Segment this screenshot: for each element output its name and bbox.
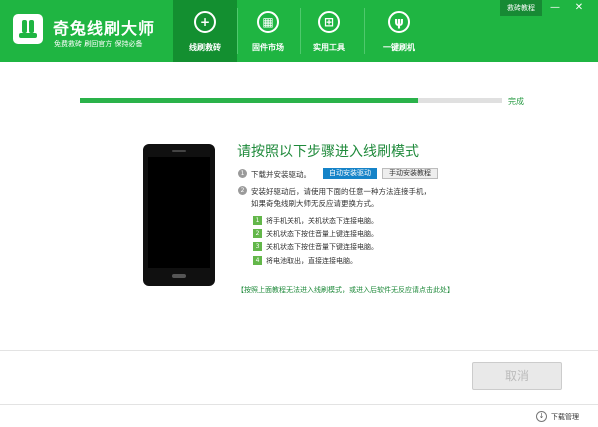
app-tagline: 免费救砖 刷回官方 保持必备: [54, 40, 143, 48]
tab-flash-rescue[interactable]: + 线刷救砖: [173, 0, 237, 62]
method-number: 4: [253, 256, 262, 265]
tab-label: 固件市场: [252, 43, 284, 52]
close-icon[interactable]: ✕: [570, 0, 588, 16]
download-icon: ↓: [536, 411, 547, 422]
phone-illustration: [143, 144, 215, 286]
download-manager-label: 下载管理: [551, 413, 579, 421]
tab-label: 线刷救砖: [189, 43, 221, 52]
market-icon: ▦: [257, 11, 279, 33]
instructions-title: 请按照以下步骤进入线刷模式: [237, 144, 419, 160]
help-link[interactable]: 【按照上面教程无法进入线刷模式，或进入后软件无反应请点击此处】: [237, 285, 454, 295]
auto-install-driver-button[interactable]: 自动安装驱动: [323, 168, 377, 179]
minimize-icon[interactable]: —: [546, 0, 564, 16]
tab-utility-tools[interactable]: ⊞ 实用工具: [297, 0, 361, 62]
app-title: 奇兔线刷大师: [53, 19, 156, 38]
rabbit-icon: ψ: [388, 11, 410, 33]
tab-label: 一键刷机: [383, 43, 415, 52]
tab-label: 实用工具: [313, 43, 345, 52]
tab-one-click-flash[interactable]: ψ 一键刷机: [367, 0, 431, 62]
method-text: 将电池取出，直接连接电脑。: [266, 257, 357, 265]
progress-bar: [80, 98, 502, 103]
cancel-button[interactable]: 取消: [472, 362, 562, 390]
phone-screen: [148, 157, 210, 268]
step-text: 下载并安装驱动。: [251, 170, 311, 179]
rabbit-logo-icon: [13, 14, 43, 44]
method-text: 关机状态下按住音量下键连接电脑。: [266, 243, 378, 251]
phone-speaker: [172, 150, 186, 152]
step-number: 2: [238, 186, 247, 195]
plus-icon: +: [194, 11, 216, 33]
method-text: 将手机关机，关机状态下连接电脑。: [266, 217, 378, 225]
download-manager-button[interactable]: ↓ 下载管理: [536, 411, 590, 423]
progress-fill: [80, 98, 418, 103]
progress-label: 完成: [508, 97, 524, 106]
step-text: 安装好驱动后，请使用下面的任意一种方法连接手机，: [251, 187, 431, 196]
grid-icon: ⊞: [318, 11, 340, 33]
nav-separator: [364, 8, 365, 54]
phone-home-button: [172, 274, 186, 278]
rescue-tutorial-button[interactable]: 救砖教程: [500, 0, 542, 16]
title-bar: 奇兔线刷大师 免费救砖 刷回官方 保持必备 + 线刷救砖 ▦ 固件市场 ⊞ 实用…: [0, 0, 598, 62]
divider: [0, 350, 598, 351]
step-text-continued: 如果奇兔线刷大师无反应请更换方式。: [251, 199, 379, 208]
method-text: 关机状态下按住音量上键连接电脑。: [266, 230, 378, 238]
method-number: 2: [253, 229, 262, 238]
method-number: 1: [253, 216, 262, 225]
manual-install-tutorial-button[interactable]: 手动安装教程: [382, 168, 438, 179]
tab-firmware-market[interactable]: ▦ 固件市场: [236, 0, 300, 62]
step-number: 1: [238, 169, 247, 178]
method-number: 3: [253, 242, 262, 251]
divider: [0, 404, 598, 405]
